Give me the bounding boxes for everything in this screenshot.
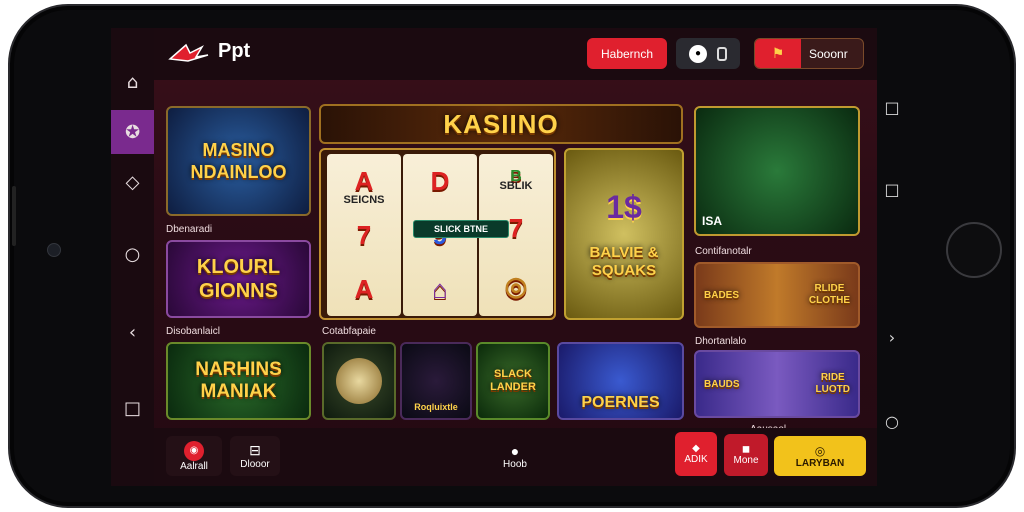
game-tile-poernes-title: POERNES	[581, 394, 660, 411]
sys-square-icon-2[interactable]: □	[872, 174, 912, 204]
bottom-button-6-label: LARYBAN	[795, 457, 845, 469]
game-tile-narhins-title: NARHINS MANIAK	[195, 359, 282, 402]
brand-logo[interactable]: Ppt	[168, 40, 250, 63]
nav-home-icon[interactable]: ⌂	[111, 60, 154, 104]
section-label-b: Disobanlaicl	[166, 326, 220, 337]
reel-1-symbol-2: 7	[356, 219, 372, 250]
reel-1-top-label: SEICNS	[343, 194, 385, 206]
section-label-c: Cotabfapaie	[322, 326, 376, 337]
slot-center-badge: SLICK BTNE	[413, 220, 509, 238]
bottom-button-3-label: Hoob	[503, 458, 527, 470]
bottom-button-2-label: Dlooor	[240, 459, 270, 470]
bottom-button-2[interactable]: ⊟ Dlooor	[230, 436, 280, 476]
reel-2-symbol-3: ⌂	[432, 273, 448, 304]
game-tile-bades-right: RLIDE CLOTHE	[808, 283, 850, 306]
system-navigation: □ □ › ○	[872, 80, 912, 440]
top-bar: Ppt Habernch ● ⚑ Sooonr	[154, 28, 877, 80]
bottom-button-3-icon: ●	[510, 442, 520, 459]
bottom-button-5-label: Mone	[733, 455, 759, 466]
wing-icon: ⚑	[755, 39, 801, 68]
game-tile-masino-title: MASINO NDAINLOO	[190, 140, 287, 182]
game-tile-balvie[interactable]: 1$ BALVIE & SQUAKS	[564, 148, 684, 320]
game-tile-kloural-title: KLOURL GIONNS	[196, 256, 281, 302]
reel-3-symbol-2: 7	[508, 212, 524, 243]
sys-home-icon[interactable]: ○	[872, 406, 912, 436]
game-tile-bades-left: BADES	[704, 289, 740, 301]
bottom-button-3[interactable]: ● Hoob	[490, 436, 540, 476]
toggle-square-icon	[717, 46, 727, 61]
bottom-button-6-icon: ◎	[814, 443, 826, 458]
bottom-button-1[interactable]: ◉ Aalrall	[166, 436, 222, 476]
slot-machine[interactable]: A 7 A D 9 ⌂ B 7 ◎ SEICNS SBLIK SLICK BTN…	[319, 148, 556, 320]
header-button-left[interactable]: Habernch	[587, 38, 667, 69]
game-tile-slack-lander-title: SLACK LANDER	[490, 368, 536, 393]
bottom-button-4-label: ADIK	[684, 454, 708, 465]
reel-1-symbol-1: A	[354, 165, 374, 196]
left-navigation: ⌂ ✪ ◇ ○ ‹ □	[111, 28, 154, 486]
game-tile-balvie-title: BALVIE & SQUAKS	[589, 243, 659, 279]
game-tile-narhins[interactable]: NARHINS MANIAK	[166, 342, 311, 420]
bottom-button-5-icon: ◼	[741, 444, 751, 455]
front-camera	[47, 243, 61, 257]
game-tile-bauds[interactable]: BAUDS RIDE LUOTD	[694, 350, 860, 418]
reel-1-symbol-3: A	[354, 273, 374, 304]
section-label-e: Dhortanlalo	[695, 336, 747, 347]
game-tile-bauds-right: RIDE LUOTD	[815, 372, 850, 395]
game-tile-coin[interactable]	[322, 342, 396, 420]
game-tile-bades[interactable]: BADES RLIDE CLOTHE	[694, 262, 860, 328]
toggle-dot-icon: ●	[689, 44, 707, 63]
brand-wing-icon	[168, 43, 209, 62]
bottom-button-4[interactable]: ◆ ADIK	[675, 432, 717, 476]
header-toggle[interactable]: ●	[676, 38, 740, 69]
sys-square-icon-1[interactable]: □	[872, 92, 912, 122]
main-content: Ppt Habernch ● ⚑ Sooonr KASIINO MASINO N…	[154, 28, 877, 486]
header-button-right[interactable]: ⚑ Sooonr	[754, 38, 864, 69]
reel-3-symbol-3: ◎	[504, 271, 528, 302]
header-button-right-label: Sooonr	[809, 46, 848, 61]
bottom-button-2-icon: ⊟	[249, 442, 261, 458]
coin-icon	[336, 358, 382, 404]
volume-button	[12, 186, 16, 246]
kasino-banner[interactable]: KASIINO	[319, 104, 683, 144]
bottom-button-1-label: Aalrall	[180, 460, 208, 472]
nav-casino-icon[interactable]: ✪	[111, 110, 154, 154]
bottom-button-5[interactable]: ◼ Mone	[724, 434, 768, 476]
game-tile-bauds-left: BAUDS	[704, 378, 740, 390]
nav-cards-icon[interactable]: ◇	[111, 160, 154, 204]
sys-back-icon[interactable]: ›	[872, 322, 912, 352]
game-tile-roqluixtle-title: Roqluixtle	[414, 402, 458, 412]
section-label-a: Dbenaradi	[166, 224, 213, 235]
section-label-d: Contifanotalr	[695, 246, 752, 257]
game-tile-roqluixtle[interactable]: Roqluixtle	[400, 342, 472, 420]
slot-reel-1: A 7 A	[327, 154, 401, 316]
banner-title: KASIINO	[443, 108, 559, 139]
app-screen: ⌂ ✪ ◇ ○ ‹ □ Ppt Habernch ● ⚑ Sooonr KASI…	[111, 28, 877, 486]
nav-back-icon[interactable]: ‹	[111, 310, 154, 354]
reel-3-top-label: SBLIK	[499, 180, 533, 192]
game-tile-roulette-badge: ISA	[702, 214, 723, 228]
bottom-button-1-icon: ◉	[184, 440, 204, 461]
home-hardware-button[interactable]	[946, 222, 1002, 278]
bottom-button-4-icon: ◆	[692, 443, 700, 454]
game-tile-roulette-table[interactable]: ISA	[694, 106, 860, 236]
nav-circle-icon[interactable]: ○	[111, 232, 154, 276]
game-tile-kloural[interactable]: KLOURL GIONNS	[166, 240, 311, 318]
game-tile-masino[interactable]: MASINO NDAINLOO	[166, 106, 311, 216]
brand-name: Ppt	[218, 40, 251, 62]
reel-2-symbol-1: D	[430, 165, 450, 196]
game-tile-slack-lander[interactable]: SLACK LANDER	[476, 342, 550, 420]
nav-square-icon[interactable]: □	[111, 386, 154, 430]
bottom-bar: ◉ Aalrall ⊟ Dlooor ● Hoob ◆ ADIK ◼ Mone …	[154, 428, 877, 486]
game-tile-poernes[interactable]: POERNES	[557, 342, 684, 420]
game-tile-balvie-top: 1$	[606, 188, 642, 225]
bottom-button-6[interactable]: ◎ LARYBAN	[774, 436, 866, 476]
